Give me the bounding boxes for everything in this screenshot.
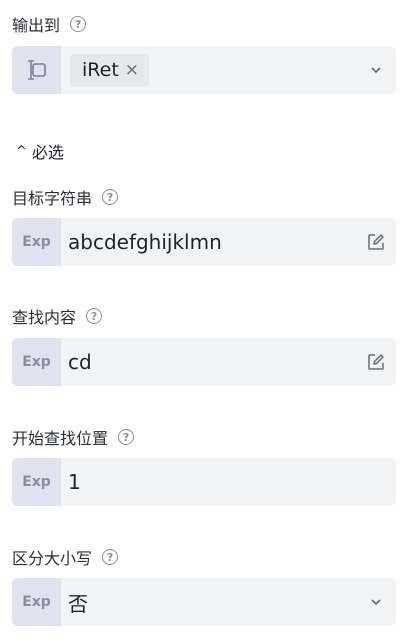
- target-string-label-row: 目标字符串 ?: [12, 185, 119, 209]
- help-icon[interactable]: ?: [118, 429, 135, 445]
- edit-icon[interactable]: [366, 232, 386, 252]
- exp-prefix: Exp: [12, 218, 61, 266]
- output-label-row: 输出到 ?: [12, 12, 87, 36]
- target-string-input[interactable]: abcdefghijklmn: [61, 230, 366, 254]
- case-sensitive-label-row: 区分大小写 ?: [12, 545, 119, 569]
- exp-prefix: Exp: [12, 338, 61, 386]
- section-label: 必选: [31, 143, 64, 162]
- exp-prefix: Exp: [12, 458, 61, 506]
- chevron-down-icon[interactable]: [366, 592, 386, 612]
- help-icon[interactable]: ?: [102, 189, 119, 205]
- required-section-toggle[interactable]: ^ 必选: [16, 139, 64, 163]
- field-label: 目标字符串: [12, 189, 93, 208]
- start-position-input[interactable]: 1: [61, 470, 396, 494]
- field-label: 区分大小写: [12, 549, 93, 568]
- help-icon[interactable]: ?: [70, 16, 87, 32]
- output-tag-label: iRet: [82, 59, 119, 81]
- output-label: 输出到: [12, 16, 61, 35]
- case-sensitive-select[interactable]: Exp 否: [12, 578, 396, 626]
- search-content-input[interactable]: cd: [61, 350, 366, 374]
- tag-close-icon[interactable]: ×: [125, 60, 139, 80]
- help-icon[interactable]: ?: [102, 549, 119, 565]
- output-select[interactable]: iRet ×: [12, 46, 396, 94]
- start-position-label-row: 开始查找位置 ?: [12, 425, 135, 449]
- start-position-field[interactable]: Exp 1: [12, 458, 396, 506]
- caret-up-icon: ^: [16, 143, 27, 159]
- field-label: 开始查找位置: [12, 429, 109, 448]
- help-icon[interactable]: ?: [86, 308, 103, 324]
- output-tag: iRet ×: [70, 53, 150, 87]
- search-content-field[interactable]: Exp cd: [12, 338, 396, 386]
- chevron-down-icon[interactable]: [366, 60, 386, 80]
- target-string-field[interactable]: Exp abcdefghijklmn: [12, 218, 396, 266]
- search-content-label-row: 查找内容 ?: [12, 304, 103, 328]
- field-label: 查找内容: [12, 308, 77, 327]
- variable-type-icon: [12, 46, 61, 94]
- exp-prefix: Exp: [12, 578, 61, 626]
- edit-icon[interactable]: [366, 352, 386, 372]
- case-sensitive-value: 否: [68, 591, 88, 616]
